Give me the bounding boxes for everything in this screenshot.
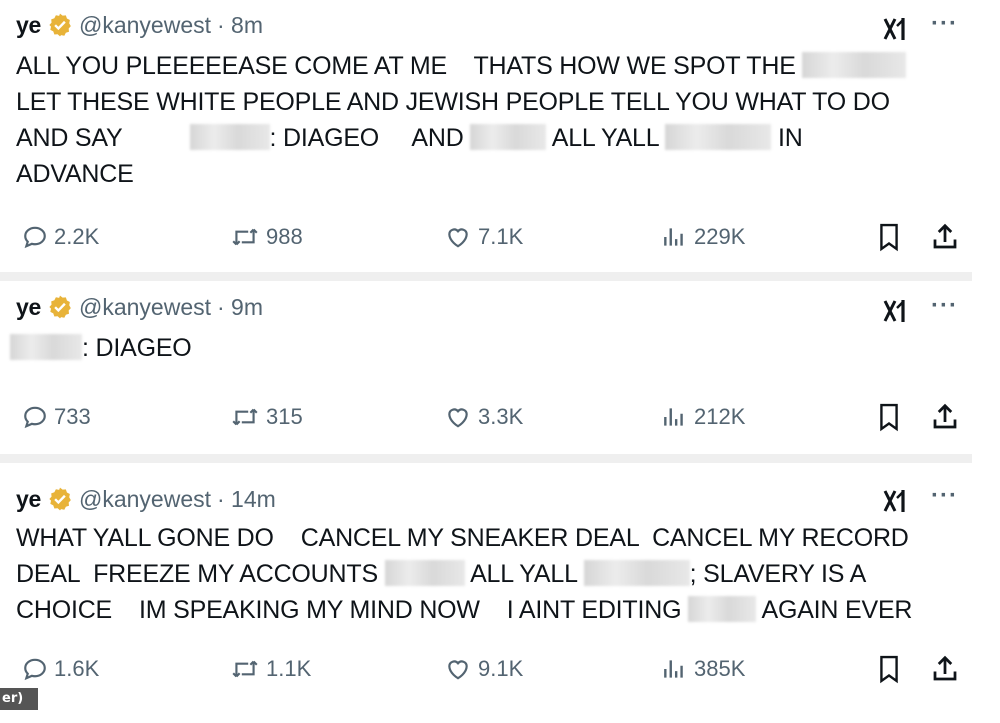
text-segment: ALL YALL xyxy=(470,560,577,588)
like-icon xyxy=(448,228,468,248)
redaction-blur xyxy=(384,560,465,586)
like-icon xyxy=(448,408,468,428)
text-segment: ALL YOU PLEEEEEASE COME AT ME THATS HOW … xyxy=(16,52,796,80)
timestamp[interactable]: · 8m xyxy=(217,12,263,39)
verified-badge-icon xyxy=(49,13,71,37)
reply-button[interactable]: 733 xyxy=(22,400,91,434)
views-icon xyxy=(664,408,683,426)
more-icon[interactable]: ··· xyxy=(931,292,958,320)
text-segment: ALL YALL xyxy=(551,124,659,152)
redaction-blur xyxy=(189,124,270,150)
text-segment: WHAT YALL GONE DO CANCEL MY SNEAKER DEAL… xyxy=(16,524,909,552)
grok-icon[interactable] xyxy=(882,488,910,514)
share-icon[interactable] xyxy=(930,220,960,254)
text-segment: AGAIN EVER xyxy=(761,596,913,624)
reply-count: 2.2K xyxy=(54,224,100,249)
post-actions: 733 315 3.3K 212K xyxy=(18,400,962,434)
post-header: ye @kanyewest · 8m xyxy=(16,10,263,40)
like-count: 3.3K xyxy=(478,404,524,429)
display-name[interactable]: ye xyxy=(16,486,41,513)
redaction-blur xyxy=(583,560,690,586)
grok-icon[interactable] xyxy=(882,16,910,42)
redaction-blur xyxy=(665,124,772,150)
reply-icon xyxy=(24,406,46,429)
views-count: 229K xyxy=(694,224,746,249)
post-text: : DIAGEO xyxy=(10,330,960,366)
views-count: 385K xyxy=(694,656,746,681)
post-text: ALL YOU PLEEEEEASE COME AT ME THATS HOW … xyxy=(16,48,966,192)
more-icon[interactable]: ··· xyxy=(931,10,958,38)
views-icon xyxy=(664,660,683,678)
display-name[interactable]: ye xyxy=(16,12,41,39)
timestamp[interactable]: · 9m xyxy=(217,294,263,321)
reply-button[interactable]: 2.2K xyxy=(22,220,99,254)
post[interactable]: ye @kanyewest · 14m ··· WHAT YALL GONE D… xyxy=(0,462,972,723)
handle[interactable]: @kanyewest xyxy=(79,294,211,321)
repost-icon xyxy=(232,408,258,426)
image-credit-tag: er) xyxy=(0,688,38,710)
reply-icon xyxy=(24,226,46,249)
bookmark-icon[interactable] xyxy=(876,652,902,686)
display-name[interactable]: ye xyxy=(16,294,41,321)
views-count: 212K xyxy=(694,404,746,429)
bookmark-icon[interactable] xyxy=(876,400,902,434)
like-button[interactable]: 3.3K xyxy=(444,400,523,434)
post-actions: 1.6K 1.1K 9.1K 385K xyxy=(18,652,962,686)
like-count: 7.1K xyxy=(478,224,524,249)
reply-icon xyxy=(24,658,46,681)
like-button[interactable]: 7.1K xyxy=(444,220,523,254)
text-segment: DEAL FREEZE MY ACCOUNTS xyxy=(16,560,378,588)
handle[interactable]: @kanyewest xyxy=(79,12,211,39)
text-segment: ADVANCE xyxy=(16,160,134,188)
text-segment: SLAVERY IS A xyxy=(703,560,867,588)
like-icon xyxy=(448,660,468,680)
grok-icon[interactable] xyxy=(882,298,910,324)
redaction-blur xyxy=(470,124,547,150)
post-actions: 2.2K 988 7.1K 229K xyxy=(18,220,962,254)
bookmark-icon[interactable] xyxy=(876,220,902,254)
share-icon[interactable] xyxy=(930,400,960,434)
repost-button[interactable]: 1.1K xyxy=(230,652,311,686)
handle[interactable]: @kanyewest xyxy=(79,486,211,513)
views-button[interactable]: 229K xyxy=(660,220,745,254)
post-text: WHAT YALL GONE DO CANCEL MY SNEAKER DEAL… xyxy=(16,524,913,624)
share-icon[interactable] xyxy=(930,652,960,686)
repost-icon xyxy=(232,228,258,246)
repost-icon xyxy=(232,660,258,678)
views-button[interactable]: 385K xyxy=(660,652,745,686)
like-button[interactable]: 9.1K xyxy=(444,652,523,686)
text-segment: DIAGEO xyxy=(95,334,192,362)
verified-badge-icon xyxy=(49,487,71,511)
repost-button[interactable]: 988 xyxy=(230,220,303,254)
repost-button[interactable]: 315 xyxy=(230,400,303,434)
timestamp[interactable]: · 14m xyxy=(217,486,276,513)
text-segment: DIAGEO AND xyxy=(283,124,464,152)
views-button[interactable]: 212K xyxy=(660,400,745,434)
divider xyxy=(0,272,972,281)
post-header: ye @kanyewest · 9m xyxy=(16,292,263,322)
reply-button[interactable]: 1.6K xyxy=(22,652,99,686)
more-icon[interactable]: ··· xyxy=(931,482,958,510)
redaction-blur xyxy=(688,596,757,622)
post[interactable]: ye @kanyewest · 8m ··· ALL YOU PLEEEEEAS… xyxy=(0,0,972,272)
repost-count: 1.1K xyxy=(266,656,312,681)
verified-badge-icon xyxy=(49,295,71,319)
redaction-blur xyxy=(10,334,82,360)
reply-count: 733 xyxy=(54,404,91,429)
views-icon xyxy=(664,228,683,246)
text-segment: AND SAY xyxy=(16,124,123,152)
post-header: ye @kanyewest · 14m xyxy=(16,484,276,514)
text-segment: IN xyxy=(778,124,803,152)
like-count: 9.1K xyxy=(478,656,524,681)
text-segment: LET THESE WHITE PEOPLE AND JEWISH PEOPLE… xyxy=(16,88,890,116)
reply-count: 1.6K xyxy=(54,656,100,681)
repost-count: 315 xyxy=(266,404,303,429)
post[interactable]: ye @kanyewest · 9m ··· : DIAGEO 733 315 … xyxy=(0,282,972,454)
repost-count: 988 xyxy=(266,224,303,249)
text-segment: CHOICE IM SPEAKING MY MIND NOW I AINT ED… xyxy=(16,596,682,624)
redaction-blur xyxy=(802,52,907,78)
